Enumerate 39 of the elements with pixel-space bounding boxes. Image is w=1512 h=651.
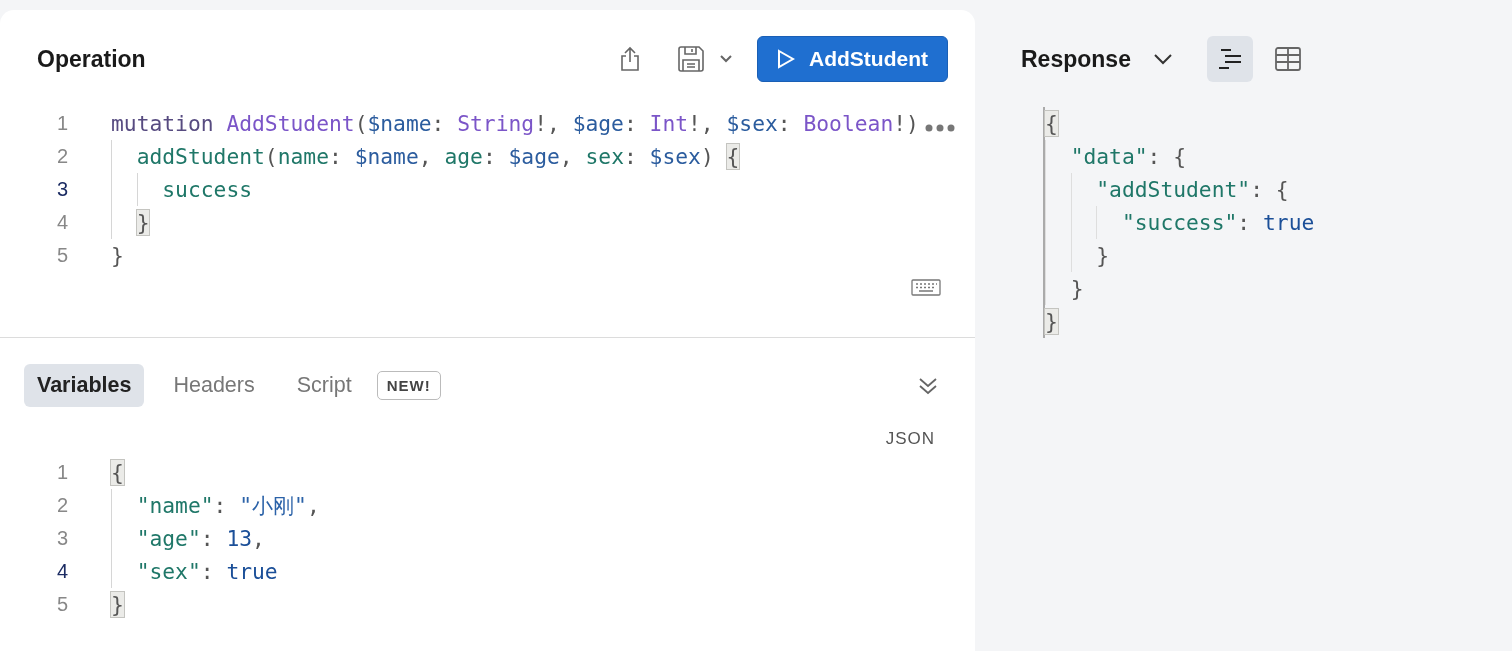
code-line: "name": "小刚", xyxy=(111,489,320,522)
line-number: 4 xyxy=(55,559,68,584)
code-line: "data": { xyxy=(1045,140,1187,173)
ellipsis-icon[interactable] xyxy=(924,123,956,133)
line-number: 3 xyxy=(55,526,68,551)
new-badge: NEW! xyxy=(376,371,441,400)
code-line: } xyxy=(111,242,124,270)
tab[interactable]: Headers xyxy=(160,364,268,407)
chevron-down-icon[interactable] xyxy=(1152,53,1173,65)
line-number: 2 xyxy=(55,144,68,169)
line-number: 5 xyxy=(55,243,68,268)
run-button[interactable]: AddStudent xyxy=(757,36,948,82)
save-icon[interactable] xyxy=(677,45,705,73)
code-line: mutation AddStudent($name: String!, $age: Int!, $sex: Boolean!) xyxy=(111,110,919,138)
panel-title: Operation xyxy=(37,45,147,73)
code-line: success xyxy=(111,173,253,206)
panel-title: Response xyxy=(1021,45,1131,73)
line-number: 2 xyxy=(55,493,68,518)
code-line: } xyxy=(111,206,150,239)
code-line: } xyxy=(1045,272,1084,305)
share-icon[interactable] xyxy=(619,46,641,72)
code-line: "addStudent": { xyxy=(1045,173,1289,206)
play-icon xyxy=(777,49,795,69)
line-number: 3 xyxy=(55,177,68,202)
chevron-down-icon[interactable] xyxy=(719,54,733,64)
line-number: 1 xyxy=(55,460,68,485)
line-number: 1 xyxy=(55,111,68,136)
code-line: "success": true xyxy=(1045,206,1315,239)
code-line: } xyxy=(1045,239,1110,272)
tab[interactable]: Script xyxy=(283,364,365,407)
code-line: "age": 13, xyxy=(111,522,265,555)
line-number: 4 xyxy=(55,210,68,235)
format-label: JSON xyxy=(885,429,935,448)
code-line: "sex": true xyxy=(111,555,278,588)
keyboard-icon[interactable] xyxy=(911,279,941,296)
line-number: 5 xyxy=(55,592,68,617)
text-view-icon[interactable] xyxy=(1206,36,1253,82)
tab[interactable]: Variables xyxy=(24,364,145,407)
code-line: addStudent(name: $name, age: $age, sex: $sex) { xyxy=(111,140,740,173)
